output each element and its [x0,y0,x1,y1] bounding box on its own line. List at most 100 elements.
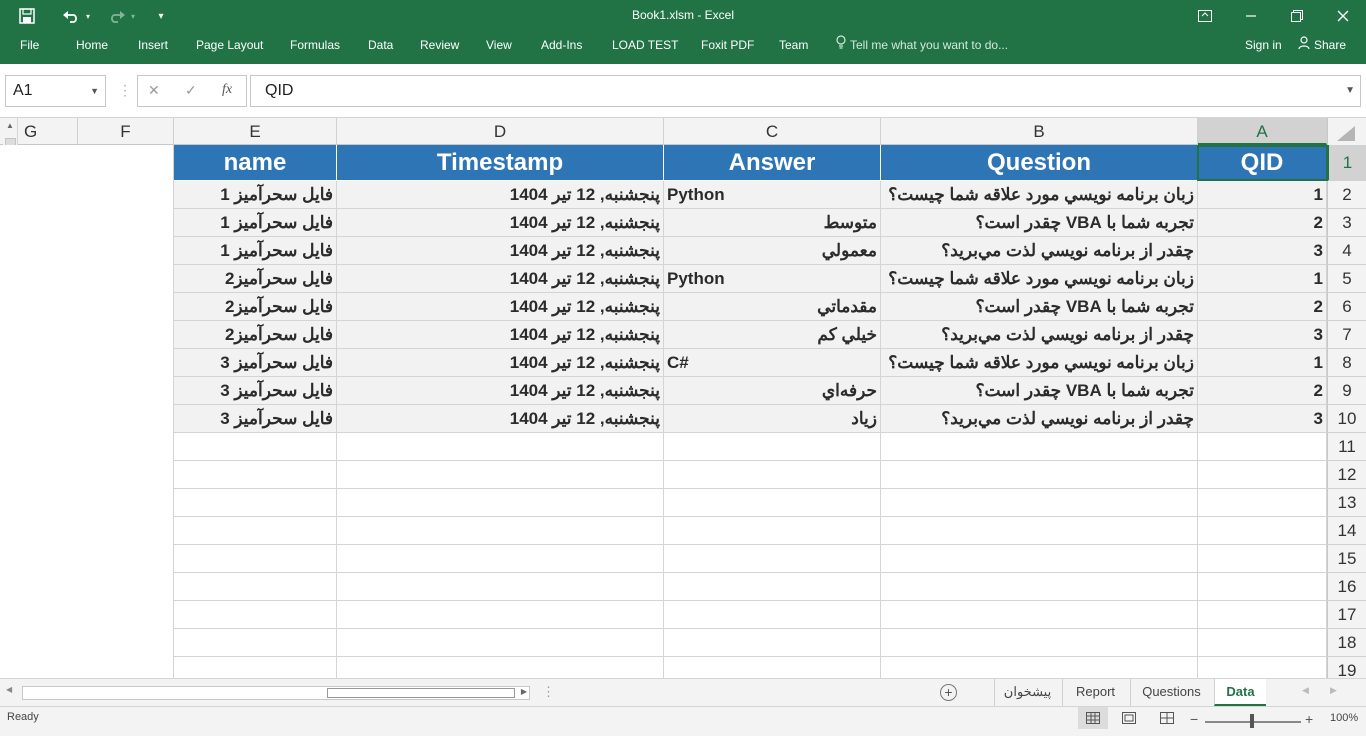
sign-in-link[interactable]: Sign in [1245,32,1282,60]
tab-add-ins[interactable]: Add-Ins [541,32,582,60]
cancel-icon[interactable]: ✕ [148,82,160,99]
sheet-tab-report[interactable]: Report [1062,679,1128,706]
sheet-next-icon[interactable]: ▶ [1330,685,1337,696]
scroll-left-icon[interactable]: ◀ [6,685,12,694]
empty-cell[interactable] [174,601,337,629]
cell-timestamp[interactable]: پنجشنبه, 12 تیر 1404 [337,237,664,265]
empty-cell[interactable] [174,629,337,657]
empty-cell[interactable] [174,573,337,601]
sheet-tab-questions[interactable]: Questions [1130,679,1212,706]
new-sheet-icon[interactable]: + [940,684,957,701]
empty-cell[interactable] [664,461,881,489]
share-button[interactable]: Share [1298,32,1346,60]
empty-cell[interactable] [174,461,337,489]
empty-cell[interactable] [174,433,337,461]
cell-name[interactable]: فايل سحرآميز2 [174,265,337,293]
cell-timestamp[interactable]: پنجشنبه, 12 تیر 1404 [337,293,664,321]
tab-page-layout[interactable]: Page Layout [196,32,263,60]
row-header[interactable]: 9 [1327,377,1366,405]
column-header-a[interactable]: A [1198,118,1327,145]
empty-cell[interactable] [1198,629,1327,657]
row-header[interactable]: 17 [1327,601,1366,629]
page-layout-view-icon[interactable] [1122,712,1136,727]
tab-file[interactable]: File [20,32,39,60]
row-header[interactable]: 6 [1327,293,1366,321]
split-handle-icon[interactable]: ⋮ [542,684,555,700]
empty-cell[interactable] [881,517,1198,545]
empty-cell[interactable] [1198,489,1327,517]
empty-cell[interactable] [337,461,664,489]
customize-qat-icon[interactable]: ▾ [146,0,176,32]
cell-timestamp[interactable]: پنجشنبه, 12 تیر 1404 [337,377,664,405]
empty-column-area[interactable] [78,145,174,678]
cell-name[interactable]: فايل سحرآميز 1 [174,237,337,265]
cell-qid[interactable]: 1 [1198,265,1327,293]
column-header-b[interactable]: B [881,118,1198,145]
cell-question[interactable]: زبان برنامه نويسي مورد علاقه شما چيست؟ [881,265,1198,293]
empty-cell[interactable] [664,517,881,545]
tab-foxit-pdf[interactable]: Foxit PDF [701,32,754,60]
column-header-d[interactable]: D [337,118,664,145]
tab-insert[interactable]: Insert [138,32,168,60]
empty-cell[interactable] [337,657,664,678]
column-header-f[interactable]: F [78,118,174,145]
tab-view[interactable]: View [486,32,512,60]
empty-cell[interactable] [174,657,337,678]
empty-cell[interactable] [881,461,1198,489]
cell-question[interactable]: زبان برنامه نويسي مورد علاقه شما چيست؟ [881,181,1198,209]
zoom-level[interactable]: 100% [1330,712,1358,724]
empty-cell[interactable] [337,517,664,545]
row-header[interactable]: 3 [1327,209,1366,237]
cell-answer[interactable]: Python [664,181,881,209]
cell-qid[interactable]: 1 [1198,181,1327,209]
cell-answer[interactable]: مقدماتي [664,293,881,321]
empty-cell[interactable] [337,433,664,461]
cell-question[interactable]: تجربه شما با VBA چقدر است؟ [881,377,1198,405]
undo-dropdown-icon[interactable]: ▾ [78,0,98,32]
cell-name[interactable]: فايل سحرآميز 3 [174,349,337,377]
cell-answer[interactable]: معمولي [664,237,881,265]
tab-review[interactable]: Review [420,32,459,60]
cell-timestamp[interactable]: پنجشنبه, 12 تیر 1404 [337,265,664,293]
cell-answer[interactable]: زياد [664,405,881,433]
column-header-g[interactable]: G [22,118,78,145]
cell-timestamp[interactable]: پنجشنبه, 12 تیر 1404 [337,209,664,237]
row-header[interactable]: 2 [1327,181,1366,209]
cell-answer[interactable]: Python [664,265,881,293]
row-header[interactable]: 13 [1327,489,1366,517]
cell-question[interactable]: چقدر از برنامه نويسي لذت مي‌بريد؟ [881,237,1198,265]
scroll-up-icon[interactable]: ▲ [6,121,14,130]
empty-cell[interactable] [337,489,664,517]
table-header-question[interactable]: Question [881,145,1198,181]
zoom-in-icon[interactable]: + [1305,711,1313,727]
column-header-e[interactable]: E [174,118,337,145]
cell-qid[interactable]: 3 [1198,321,1327,349]
empty-cell[interactable] [337,601,664,629]
cell-name[interactable]: فايل سحرآميز 3 [174,405,337,433]
page-break-view-icon[interactable] [1160,712,1174,727]
formula-input[interactable]: QID ▼ [250,75,1361,107]
empty-cell[interactable] [664,657,881,678]
table-header-timestamp[interactable]: Timestamp [337,145,664,181]
empty-cell[interactable] [664,601,881,629]
minimize-icon[interactable] [1228,0,1274,32]
tell-me-box[interactable]: Tell me what you want to do... [836,32,1008,60]
normal-view-icon[interactable] [1078,707,1108,729]
save-icon[interactable] [12,0,42,32]
row-header[interactable]: 1 [1327,145,1366,181]
cell-qid[interactable]: 1 [1198,349,1327,377]
horizontal-scroll-thumb[interactable] [327,688,515,698]
empty-cell[interactable] [664,545,881,573]
empty-cell[interactable] [664,573,881,601]
close-icon[interactable] [1320,0,1366,32]
cell-qid[interactable]: 2 [1198,209,1327,237]
cell-question[interactable]: چقدر از برنامه نويسي لذت مي‌بريد؟ [881,321,1198,349]
tab-team[interactable]: Team [779,32,808,60]
select-all-button[interactable] [1327,118,1366,145]
cell-answer[interactable]: خيلي كم [664,321,881,349]
insert-function-icon[interactable]: fx [222,82,232,98]
zoom-out-icon[interactable]: − [1190,711,1198,727]
tab-home[interactable]: Home [76,32,108,60]
cell-question[interactable]: تجربه شما با VBA چقدر است؟ [881,293,1198,321]
cell-name[interactable]: فايل سحرآميز 1 [174,181,337,209]
